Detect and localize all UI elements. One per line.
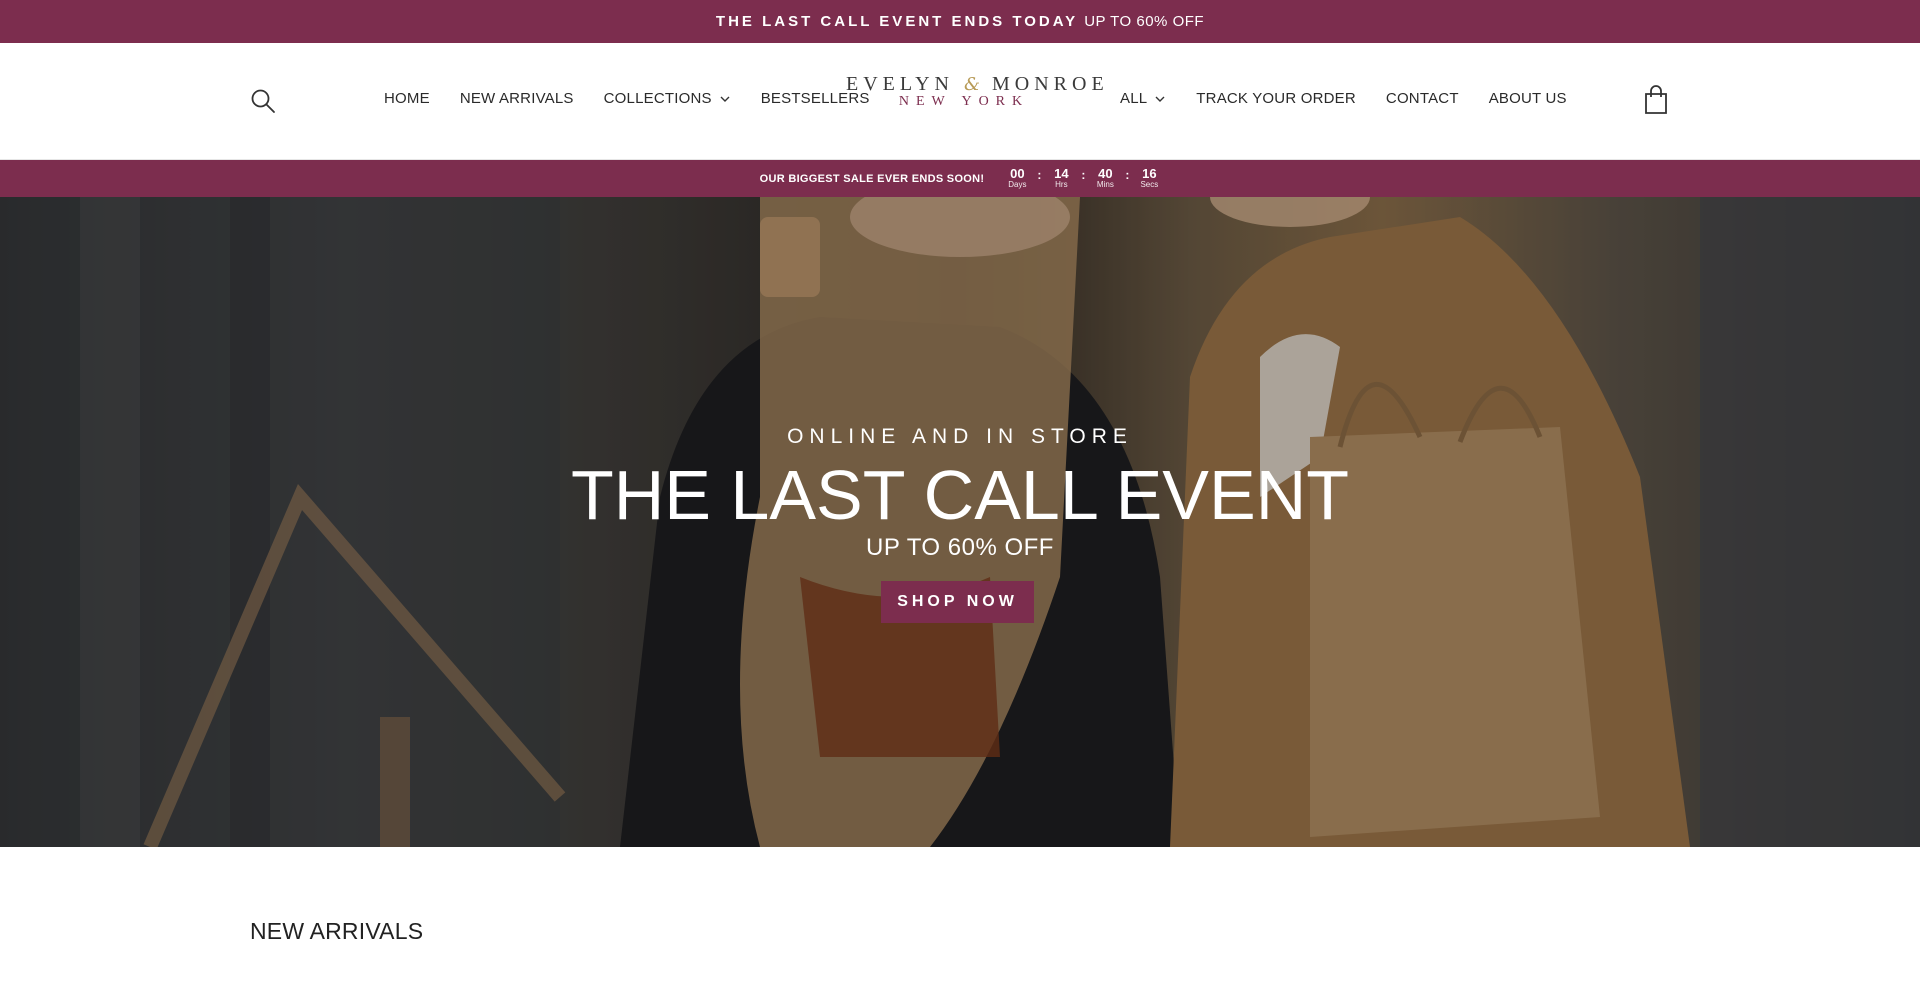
chevron-down-icon: [720, 96, 730, 102]
countdown-minutes: 40 Mins: [1094, 167, 1116, 190]
nav-item-new-arrivals[interactable]: NEW ARRIVALS: [460, 90, 574, 107]
countdown-value: 00: [1010, 166, 1025, 181]
announcement-strong: THE LAST CALL EVENT ENDS TODAY: [715, 13, 1079, 30]
nav-label: HOME: [384, 90, 430, 107]
hero-content: ONLINE AND IN STORE THE LAST CALL EVENT …: [0, 197, 1920, 847]
countdown-bar: OUR BIGGEST SALE EVER ENDS SOON! 00 Days…: [0, 160, 1920, 197]
nav-label: NEW ARRIVALS: [459, 90, 574, 107]
hero-banner: ONLINE AND IN STORE THE LAST CALL EVENT …: [0, 197, 1920, 847]
shop-now-button[interactable]: SHOP NOW: [881, 581, 1034, 623]
nav-item-contact[interactable]: CONTACT: [1386, 90, 1459, 107]
nav-label: ABOUT US: [1488, 90, 1567, 107]
logo-word-1: EVELYN: [846, 73, 954, 95]
nav-right: ALL TRACK YOUR ORDER CONTACT ABOUT US: [1120, 90, 1597, 107]
countdown-days: 00 Days: [1006, 167, 1028, 190]
nav-item-track-order[interactable]: TRACK YOUR ORDER: [1196, 90, 1356, 107]
countdown-message: OUR BIGGEST SALE EVER ENDS SOON!: [759, 172, 985, 185]
logo-subtitle: NEW YORK: [898, 94, 1030, 109]
new-arrivals-heading: NEW ARRIVALS: [250, 918, 424, 944]
countdown-hours: 14 Hrs: [1050, 167, 1072, 190]
nav-label: TRACK YOUR ORDER: [1196, 90, 1356, 107]
nav-label: COLLECTIONS: [603, 90, 712, 107]
countdown-separator: :: [1125, 167, 1130, 182]
logo-word-2: MONROE: [992, 73, 1109, 95]
nav-item-about-us[interactable]: ABOUT US: [1489, 90, 1567, 107]
countdown-value: 14: [1054, 166, 1069, 181]
chevron-down-icon: [1155, 96, 1165, 102]
nav-item-home[interactable]: HOME: [384, 90, 430, 107]
countdown-label: Secs: [1140, 180, 1159, 189]
shopping-bag-icon: [1645, 85, 1667, 114]
countdown-label: Hrs: [1055, 180, 1068, 189]
countdown-separator: :: [1037, 167, 1042, 182]
countdown-value: 16: [1142, 166, 1157, 181]
nav-item-all[interactable]: ALL: [1120, 90, 1166, 107]
announcement-light: UP TO 60% OFF: [1084, 13, 1205, 30]
cart-button[interactable]: [1643, 85, 1669, 115]
logo-wordmark: EVELYN & MONROE: [846, 73, 1104, 96]
nav-left: HOME NEW ARRIVALS COLLECTIONS BESTSELLER…: [384, 90, 900, 107]
site-header: HOME NEW ARRIVALS COLLECTIONS BESTSELLER…: [0, 43, 1920, 160]
nav-label: CONTACT: [1385, 90, 1459, 107]
announcement-bar: THE LAST CALL EVENT ENDS TODAY UP TO 60%…: [0, 0, 1920, 43]
search-icon: [251, 89, 275, 113]
countdown-separator: :: [1081, 167, 1086, 182]
logo-ampersand: &: [963, 74, 983, 95]
hero-title: THE LAST CALL EVENT: [570, 456, 1350, 534]
countdown-label: Days: [1008, 180, 1027, 189]
hero-eyebrow: ONLINE AND IN STORE: [787, 425, 1133, 448]
nav-label: ALL: [1120, 90, 1148, 107]
search-button[interactable]: [250, 88, 276, 114]
brand-logo[interactable]: EVELYN & MONROE NEW YORK: [846, 73, 1104, 110]
countdown-value: 40: [1098, 166, 1113, 181]
hero-subtitle: UP TO 60% OFF: [866, 534, 1054, 561]
countdown-seconds: 16 Secs: [1138, 167, 1160, 190]
countdown-label: Mins: [1096, 180, 1114, 189]
nav-item-collections[interactable]: COLLECTIONS: [604, 90, 731, 107]
